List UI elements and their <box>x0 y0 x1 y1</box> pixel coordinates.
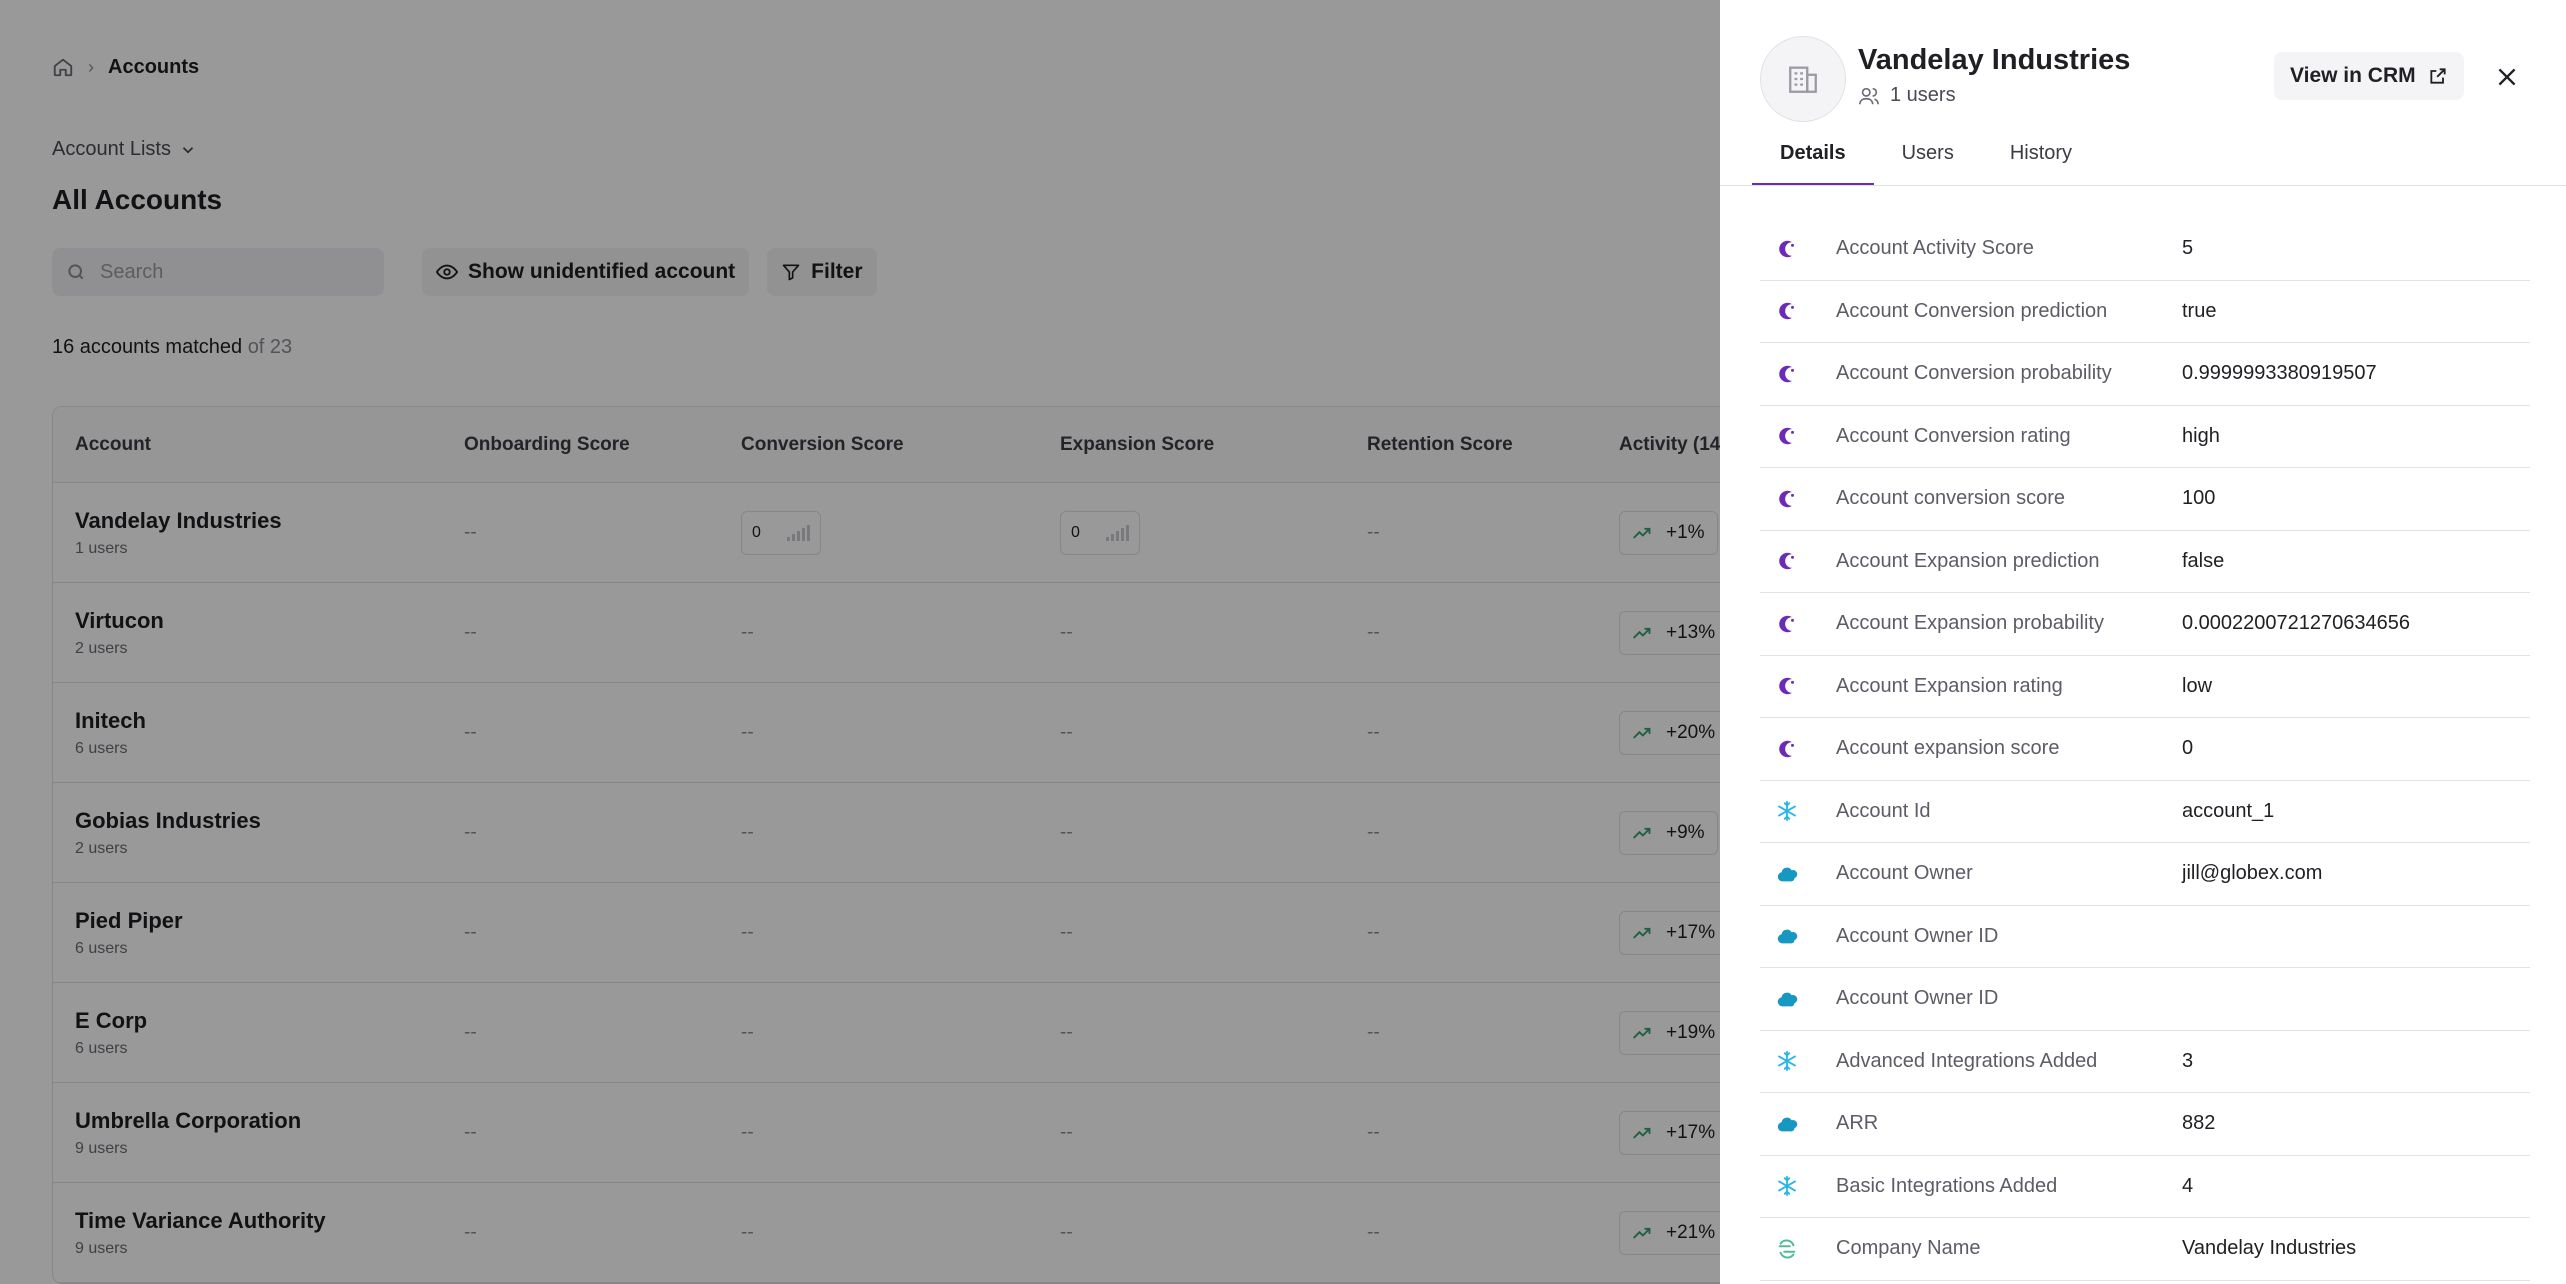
property-value: jill@globex.com <box>2182 862 2323 885</box>
property-label: Account Activity Score <box>1836 237 2034 260</box>
property-value: 0.9999993380919507 <box>2182 362 2377 385</box>
property-list: Account Activity Score 5 Account Conversio… <box>1760 218 2530 1281</box>
property-label: Account Owner ID <box>1836 987 1999 1010</box>
property-value: 882 <box>2182 1112 2216 1135</box>
segment-logo-icon <box>1760 1238 1836 1260</box>
property-value: account_1 <box>2182 799 2275 822</box>
snowflake-icon <box>1760 1050 1836 1072</box>
property-row: Account Conversion probability 0.99999933… <box>1760 343 2530 406</box>
crescent-logo-icon <box>1760 363 1836 385</box>
property-row: ARR 882 <box>1760 1093 2530 1156</box>
snowflake-icon <box>1760 800 1836 822</box>
snowflake-icon <box>1760 1175 1836 1197</box>
close-icon <box>2498 68 2516 86</box>
building-icon <box>1789 66 1817 93</box>
property-row: Account Owner jill@globex.com <box>1760 843 2530 906</box>
property-label: Account Owner ID <box>1836 924 1999 947</box>
property-value: low <box>2182 674 2213 697</box>
drawer-users-text: 1 users <box>1890 84 1956 106</box>
property-row: Account Expansion rating low <box>1760 656 2530 718</box>
crescent-logo-icon <box>1760 613 1836 635</box>
property-label: Account Owner <box>1836 862 1973 885</box>
property-row: Account conversion score 100 <box>1760 468 2530 531</box>
crescent-logo-icon <box>1760 300 1836 322</box>
property-value: true <box>2182 299 2217 322</box>
tab-users[interactable]: Users <box>1874 134 1982 186</box>
property-row: Account Owner ID <box>1760 906 2530 968</box>
property-value: 100 <box>2182 487 2216 510</box>
property-label: Account expansion score <box>1836 737 2060 760</box>
account-detail-drawer: Vandelay Industries 1 users View in CRM … <box>1720 0 2566 1284</box>
property-row: Advanced Integrations Added 3 <box>1760 1031 2530 1093</box>
property-label: Account conversion score <box>1836 487 2066 510</box>
property-row: Account Activity Score 5 <box>1760 218 2530 281</box>
close-drawer-button[interactable] <box>2490 60 2524 94</box>
tab-details[interactable]: Details <box>1752 134 1874 186</box>
property-value: high <box>2182 424 2220 447</box>
property-row: Account expansion score 0 <box>1760 718 2530 781</box>
crescent-logo-icon <box>1760 738 1836 760</box>
property-label: Account Expansion prediction <box>1836 549 2100 572</box>
drawer-title: Vandelay Industries <box>1858 44 2131 76</box>
property-value: 0.0002200721270634656 <box>2182 612 2411 635</box>
property-value: Vandelay Industries <box>2182 1237 2357 1260</box>
drawer-user-count: 1 users <box>1858 84 1956 107</box>
property-value: 4 <box>2182 1174 2194 1197</box>
crescent-logo-icon <box>1760 488 1836 510</box>
tabs-divider <box>1720 185 2566 186</box>
property-label: Advanced Integrations Added <box>1836 1049 2098 1072</box>
property-row: Account Owner ID <box>1760 968 2530 1031</box>
external-link-icon <box>2430 68 2446 84</box>
property-label: ARR <box>1836 1112 1879 1135</box>
cloud-logo-icon <box>1760 1115 1836 1133</box>
crescent-logo-icon <box>1760 238 1836 260</box>
property-row: Account Conversion rating high <box>1760 406 2530 468</box>
cloud-logo-icon <box>1760 990 1836 1008</box>
property-value: 5 <box>2182 237 2194 260</box>
property-label: Account Id <box>1836 799 1931 822</box>
cloud-logo-icon <box>1760 865 1836 883</box>
property-label: Account Expansion probability <box>1836 612 2104 635</box>
users-icon <box>1859 87 1879 104</box>
crescent-logo-icon <box>1760 550 1836 572</box>
property-label: Account Conversion probability <box>1836 362 2112 385</box>
property-row: Company Name Vandelay Industries <box>1760 1218 2530 1281</box>
property-label: Account Conversion prediction <box>1836 299 2108 322</box>
account-avatar <box>1760 36 1846 122</box>
property-value: false <box>2182 549 2225 572</box>
property-row: Basic Integrations Added 4 <box>1760 1156 2530 1218</box>
property-label: Account Expansion rating <box>1836 674 2063 697</box>
property-row: Account Conversion prediction true <box>1760 281 2530 343</box>
property-row: Account Expansion prediction false <box>1760 531 2530 593</box>
property-row: Account Id account_1 <box>1760 781 2530 843</box>
property-label: Company Name <box>1836 1237 1981 1260</box>
crescent-logo-icon <box>1760 675 1836 697</box>
view-in-crm-button[interactable]: View in CRM <box>2274 52 2464 100</box>
tab-history[interactable]: History <box>1982 134 2100 186</box>
property-value: 0 <box>2182 737 2194 760</box>
property-label: Account Conversion rating <box>1836 424 2071 447</box>
property-label: Basic Integrations Added <box>1836 1174 2058 1197</box>
crescent-logo-icon <box>1760 425 1836 447</box>
cloud-logo-icon <box>1760 927 1836 945</box>
drawer-tabs: Details Users History <box>1752 134 2100 186</box>
property-row: Account Expansion probability 0.000220072… <box>1760 593 2530 656</box>
property-value: 3 <box>2182 1049 2194 1072</box>
view-in-crm-label: View in CRM <box>2290 64 2416 87</box>
